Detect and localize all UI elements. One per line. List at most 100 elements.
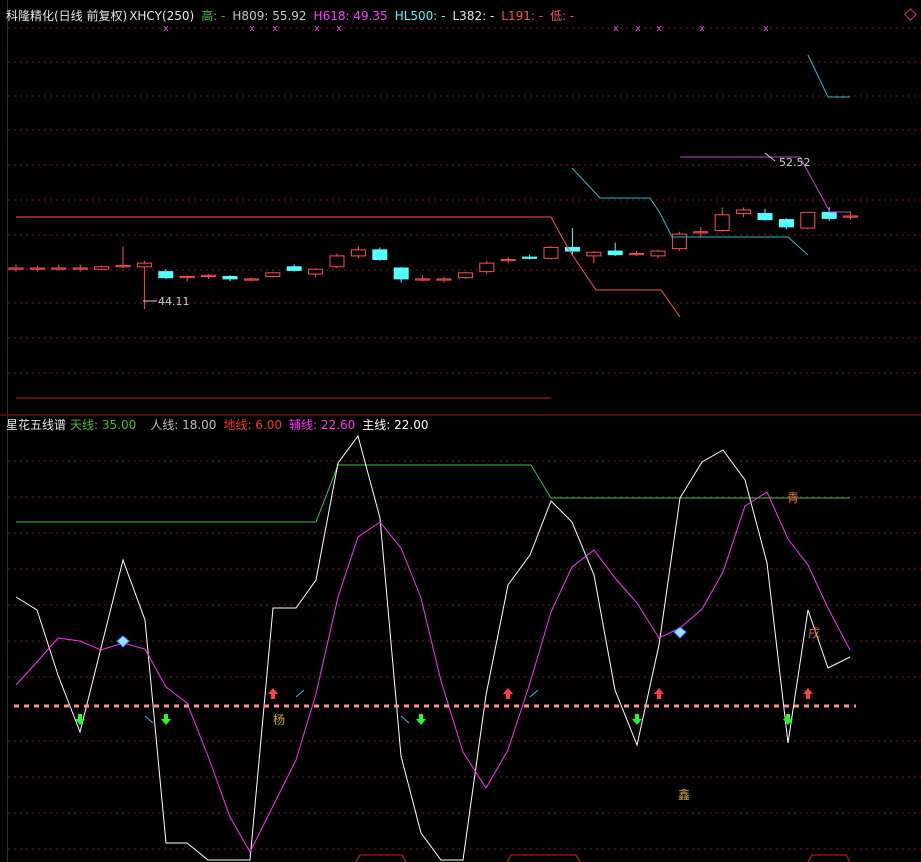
mid-line-cyan xyxy=(571,167,809,256)
price-low-label: 44.11 xyxy=(158,295,190,308)
candle xyxy=(222,275,238,282)
candle-body xyxy=(29,267,45,270)
candle-body xyxy=(693,231,709,234)
candle xyxy=(72,264,88,272)
candle xyxy=(671,231,687,252)
candle-body xyxy=(607,250,623,256)
ren-line-label: 人线: 18.00 xyxy=(150,418,217,432)
candle xyxy=(372,247,388,261)
candle xyxy=(393,266,409,283)
marker-x-icon: x xyxy=(613,24,619,34)
down-arrow-icon xyxy=(632,714,642,725)
up-arrow-icon-shape xyxy=(503,688,513,699)
di-line-label: 地线: 6.00 xyxy=(223,418,283,432)
candle-body xyxy=(372,249,388,261)
candle-body xyxy=(158,271,174,279)
candle xyxy=(800,211,816,230)
candle-body xyxy=(778,219,794,228)
marker-x-icon: x xyxy=(336,24,342,34)
high-label: 高: - xyxy=(201,9,226,23)
candle-body xyxy=(757,213,773,221)
candle-body xyxy=(843,215,859,218)
candle-body xyxy=(586,251,602,257)
diamond-icon xyxy=(673,626,687,639)
candle-body xyxy=(265,272,281,277)
signal-up-icon xyxy=(529,689,539,698)
main-chart-header: 科隆精化(日线 前复权) XHCY(250) 高: - H809: 55.92 H618… xyxy=(6,9,581,23)
candle-body xyxy=(51,267,67,270)
candle xyxy=(158,269,174,279)
marker-x-icon: x xyxy=(699,24,705,34)
candle-body xyxy=(522,256,538,259)
marker-x-icon: x xyxy=(272,24,278,34)
signal-down-icon xyxy=(400,715,410,724)
candle xyxy=(179,275,195,282)
marker-x-icon: x xyxy=(656,24,662,34)
candle-body xyxy=(714,214,730,231)
up-arrow-icon-shape xyxy=(654,688,664,699)
candle-body xyxy=(543,246,559,259)
candle-body xyxy=(457,272,473,279)
l382-label: L382: - xyxy=(452,9,495,23)
bottom-signal-box xyxy=(506,854,581,862)
bottom-signal-box xyxy=(355,854,407,862)
candle xyxy=(115,246,131,268)
up-arrow-icon xyxy=(268,688,278,699)
candle xyxy=(201,274,217,279)
candle-body xyxy=(350,249,366,257)
candle-body xyxy=(736,209,752,215)
indicator-header: 星花五线谱 天线: 35.00 人线: 18.00 地线: 6.00 辅线: 22.60… xyxy=(6,418,435,432)
candle-body xyxy=(436,278,452,281)
candle-body xyxy=(136,262,152,268)
down-arrow-icon-shape xyxy=(161,714,171,725)
tian-line-label: 天线: 35.00 xyxy=(70,418,137,432)
candle xyxy=(329,253,345,268)
char-xin: 鑫 xyxy=(678,787,690,802)
candle xyxy=(564,228,580,255)
h618-label: H618: 49.35 xyxy=(313,9,388,23)
candle-body xyxy=(800,211,816,229)
candle xyxy=(415,275,431,282)
candle xyxy=(436,276,452,283)
low-label: 低: - xyxy=(550,9,575,23)
up-arrow-icon xyxy=(654,688,664,699)
marker-x-icon: x xyxy=(314,24,320,34)
tian-line-green xyxy=(16,464,850,523)
candle-body xyxy=(393,267,409,280)
candle xyxy=(94,265,110,271)
candle xyxy=(500,257,516,264)
bottom-signal-box xyxy=(807,854,851,862)
candle-body xyxy=(72,267,88,270)
candle xyxy=(479,260,495,275)
signal-down-icon xyxy=(144,715,154,724)
candle xyxy=(51,264,67,271)
zhu-line-label: 主线: 22.00 xyxy=(362,418,429,432)
diamond-icon xyxy=(116,635,130,648)
marker-x-icon: x xyxy=(763,24,769,34)
down-arrow-icon-shape xyxy=(416,714,426,725)
candle-body xyxy=(286,266,302,271)
candle xyxy=(714,207,730,232)
candle xyxy=(29,265,45,272)
fu-line-label: 辅线: 22.60 xyxy=(289,418,356,432)
candle xyxy=(586,251,602,264)
down-arrow-icon xyxy=(161,714,171,725)
candle xyxy=(821,207,837,221)
char-yang: 杨 xyxy=(273,712,285,727)
candle xyxy=(308,268,324,278)
candle-body xyxy=(8,267,24,270)
candle-body xyxy=(243,278,259,281)
fu-line-magenta xyxy=(15,491,851,854)
candle xyxy=(136,260,152,310)
candle-body xyxy=(500,259,516,262)
candle xyxy=(286,264,302,272)
candle-body xyxy=(94,266,110,270)
char-xu: 戌 xyxy=(808,626,820,640)
down-arrow-icon xyxy=(416,714,426,725)
candle-body xyxy=(479,262,495,273)
candle xyxy=(736,207,752,218)
candle-body xyxy=(308,268,324,275)
candle xyxy=(243,277,259,282)
upper-line-cyan xyxy=(807,54,850,98)
candle-body xyxy=(222,275,238,280)
